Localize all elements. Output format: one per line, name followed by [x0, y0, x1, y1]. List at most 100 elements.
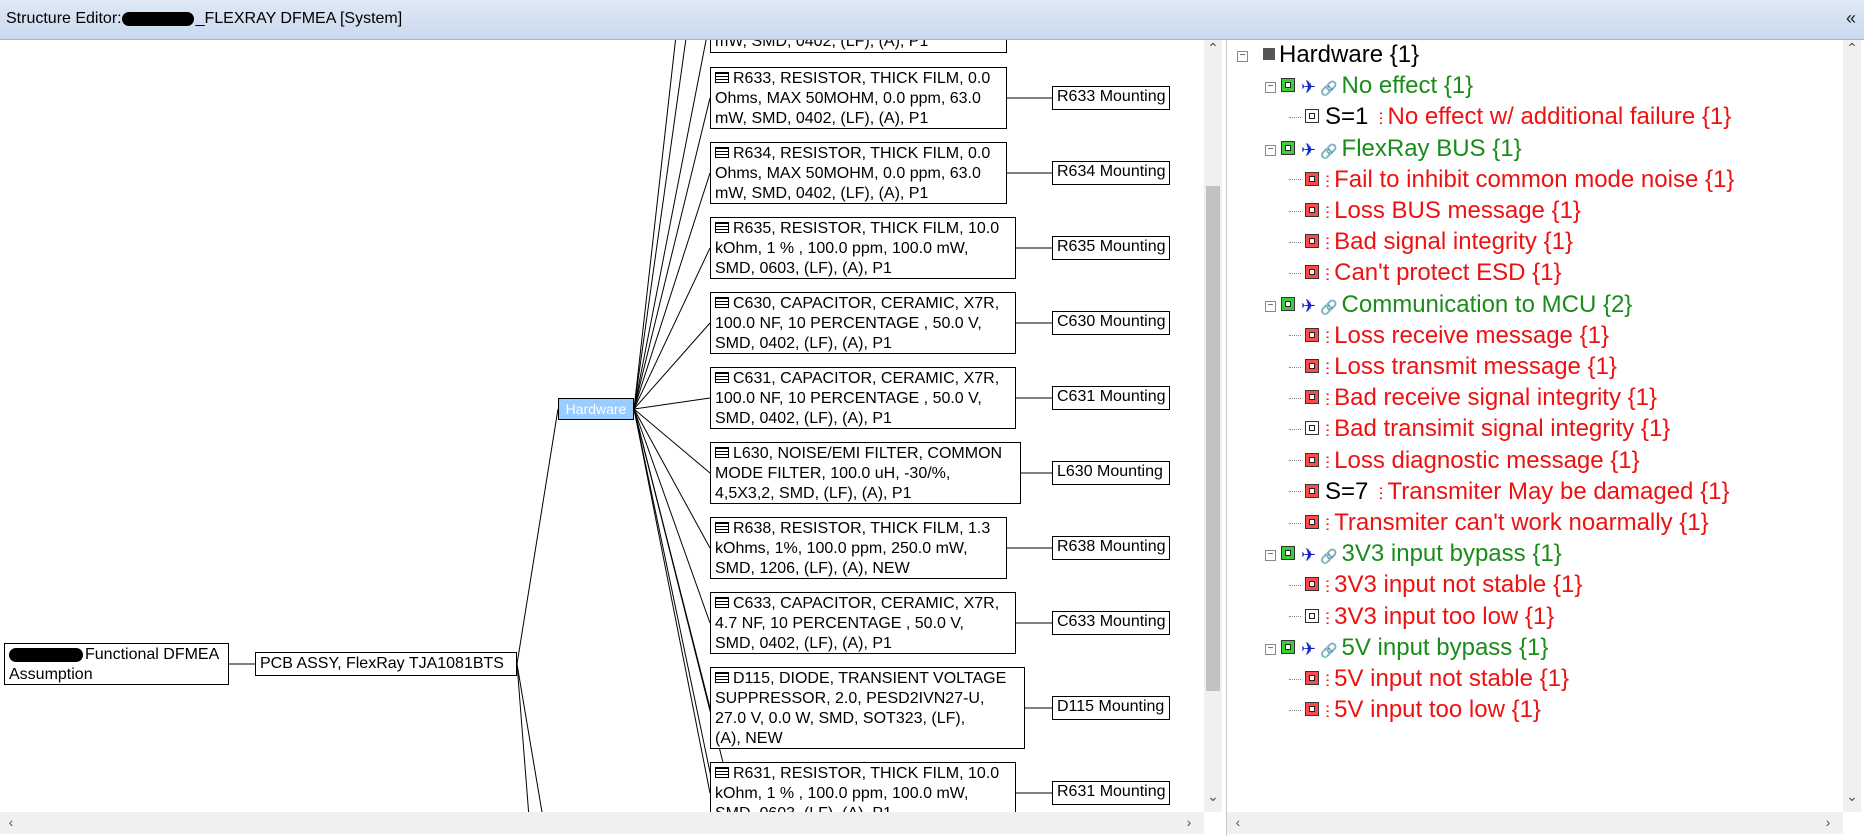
component-icon [715, 147, 729, 158]
collapse-toggle-icon[interactable]: − [1265, 82, 1276, 94]
failure-checkbox-icon[interactable] [1305, 515, 1319, 529]
failure-checkbox-icon[interactable] [1305, 702, 1319, 717]
component-node[interactable]: R638, RESISTOR, THICK FILM, 1.3 kOhms, 1%… [710, 517, 1007, 579]
failure-checkbox-icon[interactable] [1305, 483, 1319, 498]
failure-checkbox-icon[interactable] [1305, 390, 1319, 405]
failure-node[interactable]: ⵗ Loss receive message {1} [1289, 321, 1609, 354]
component-node[interactable]: L630, NOISE/EMI FILTER, COMMON MODE FILTE… [710, 442, 1021, 504]
hardware-node[interactable]: Hardware [558, 398, 634, 420]
component-line-text: R638, RESISTOR, THICK FILM, 1.3 [733, 520, 991, 537]
component-line: R634, RESISTOR, THICK FILM, 0.0 [715, 144, 1002, 164]
collapse-toggle-icon[interactable]: − [1265, 300, 1276, 312]
right-horizontal-scrollbar[interactable]: ‹ › [1227, 812, 1843, 834]
pcb-assy-node[interactable]: PCB ASSY, FlexRay TJA1081BTS [255, 652, 517, 676]
failure-checkbox-icon[interactable] [1305, 359, 1319, 373]
tree-root-hardware[interactable]: − Hardware {1} [1237, 40, 1419, 70]
mounting-node[interactable]: R638 Mounting [1052, 536, 1170, 560]
component-node[interactable]: R633, RESISTOR, THICK FILM, 0.0 Ohms, MAX… [710, 67, 1007, 129]
failure-node[interactable]: ⵗ Loss BUS message {1} [1289, 196, 1581, 229]
component-node-fragment[interactable]: mW, SMD, 0402, (LF), (A), P1 [710, 40, 1007, 53]
failure-checkbox-icon[interactable] [1305, 608, 1319, 623]
mounting-node[interactable]: C631 Mounting [1052, 386, 1170, 410]
failure-node[interactable]: ⵗ Loss transmit message {1} [1289, 352, 1617, 385]
failure-node[interactable]: ⵗ 5V input not stable {1} [1289, 664, 1569, 697]
component-line: R635, RESISTOR, THICK FILM, 10.0 [715, 219, 1011, 239]
structure-connector [516, 663, 543, 812]
failure-node[interactable]: ⵗ 3V3 input not stable {1} [1289, 570, 1582, 603]
collapse-toggle-icon[interactable]: − [1237, 51, 1248, 62]
mounting-node[interactable]: R634 Mounting [1052, 161, 1170, 185]
mounting-node[interactable]: R635 Mounting [1052, 236, 1170, 260]
function-node[interactable]: − ✈ 🔗 3V3 input bypass {1} [1265, 539, 1562, 571]
mounting-node[interactable]: R633 Mounting [1052, 86, 1170, 110]
right-scroll-down-arrow-icon[interactable]: ⌄ [1843, 788, 1861, 805]
vertical-scrollbar[interactable]: ⌃ ⌄ [1204, 40, 1222, 812]
component-line: C630, CAPACITOR, CERAMIC, X7R, [715, 294, 1011, 314]
function-node[interactable]: − ✈ 🔗 5V input bypass {1} [1265, 633, 1548, 665]
function-checkbox-icon[interactable] [1281, 639, 1295, 654]
failure-checkbox-icon[interactable] [1305, 171, 1319, 186]
failure-checkbox-icon[interactable] [1305, 109, 1319, 124]
failure-node[interactable]: ⵗ Fail to inhibit common mode noise {1} [1289, 165, 1734, 198]
right-vertical-scrollbar[interactable]: ⌃ ⌄ [1843, 40, 1861, 812]
failure-node[interactable]: S=1 ⵗ No effect w/ additional failure {1} [1289, 102, 1731, 135]
function-checkbox-icon[interactable] [1281, 296, 1295, 311]
component-node[interactable]: C631, CAPACITOR, CERAMIC, X7R, 100.0 NF, … [710, 367, 1016, 429]
right-scroll-left-arrow-icon[interactable]: ‹ [1229, 814, 1247, 830]
tree-branch-line [1289, 179, 1301, 181]
scroll-left-arrow-icon[interactable]: ‹ [2, 814, 20, 830]
failure-icon: ⵗ [1325, 267, 1331, 285]
scroll-right-arrow-icon[interactable]: › [1180, 814, 1198, 830]
failure-node[interactable]: ⵗ Loss diagnostic message {1} [1289, 446, 1640, 479]
function-node[interactable]: − ✈ 🔗 Communication to MCU {2} [1265, 290, 1632, 322]
right-scroll-up-arrow-icon[interactable]: ⌃ [1843, 40, 1861, 57]
failure-checkbox-icon[interactable] [1305, 671, 1319, 685]
mounting-node[interactable]: R631 Mounting [1052, 781, 1170, 805]
collapse-pane-icon[interactable]: « [1846, 8, 1856, 29]
failure-checkbox-icon[interactable] [1305, 234, 1319, 249]
scroll-down-arrow-icon[interactable]: ⌄ [1204, 788, 1222, 805]
mounting-node[interactable]: D115 Mounting [1052, 696, 1170, 720]
right-scroll-right-arrow-icon[interactable]: › [1819, 814, 1837, 830]
function-node[interactable]: − ✈ 🔗 FlexRay BUS {1} [1265, 134, 1522, 166]
function-checkbox-icon[interactable] [1281, 140, 1295, 155]
scroll-up-arrow-icon[interactable]: ⌃ [1204, 40, 1222, 57]
failure-node[interactable]: S=7 ⵗ Transmiter May be damaged {1} [1289, 477, 1729, 510]
failure-node[interactable]: ⵗ 3V3 input too low {1} [1289, 602, 1554, 635]
collapse-toggle-icon[interactable]: − [1265, 643, 1276, 655]
mounting-node[interactable]: C630 Mounting [1052, 311, 1170, 335]
horizontal-scrollbar[interactable]: ‹ › [0, 812, 1204, 834]
failure-checkbox-icon[interactable] [1305, 203, 1319, 217]
failure-checkbox-icon[interactable] [1305, 421, 1319, 436]
component-node[interactable]: D115, DIODE, TRANSIENT VOLTAGE SUPPRESSOR… [710, 667, 1025, 749]
failure-node[interactable]: ⵗ Bad receive signal integrity {1} [1289, 383, 1657, 416]
mounting-node[interactable]: C633 Mounting [1052, 611, 1170, 635]
function-checkbox-icon[interactable] [1281, 546, 1295, 561]
failure-node[interactable]: ⵗ Bad signal integrity {1} [1289, 227, 1573, 260]
tree-branch-line [1289, 210, 1301, 213]
failure-node[interactable]: ⵗ 5V input too low {1} [1289, 695, 1541, 728]
function-checkbox-icon[interactable] [1281, 78, 1295, 93]
collapse-toggle-icon[interactable]: − [1265, 144, 1276, 156]
collapse-toggle-icon[interactable]: − [1265, 550, 1276, 562]
component-node[interactable]: C630, CAPACITOR, CERAMIC, X7R, 100.0 NF, … [710, 292, 1016, 354]
root-node[interactable]: Functional DFMEA Assumption [4, 643, 229, 685]
tree-branch-line [1289, 460, 1301, 462]
failure-checkbox-icon[interactable] [1305, 265, 1319, 280]
root-node-line2: Assumption [9, 666, 93, 683]
component-node[interactable]: R634, RESISTOR, THICK FILM, 0.0 Ohms, MAX… [710, 142, 1007, 204]
failure-node[interactable]: ⵗ Bad transimit signal integrity {1} [1289, 414, 1670, 447]
function-node[interactable]: − ✈ 🔗 No effect {1} [1265, 71, 1473, 103]
failure-node[interactable]: ⵗ Can't protect ESD {1} [1289, 258, 1562, 291]
component-node[interactable]: R635, RESISTOR, THICK FILM, 10.0 kOhm, 1 … [710, 217, 1016, 279]
window-title-suffix: _FLEXRAY DFMEA [System] [195, 10, 403, 27]
failure-checkbox-icon[interactable] [1305, 577, 1319, 592]
failure-checkbox-icon[interactable] [1305, 327, 1319, 342]
mounting-node[interactable]: L630 Mounting [1052, 461, 1170, 485]
component-icon [715, 222, 729, 233]
component-node[interactable]: C633, CAPACITOR, CERAMIC, X7R, 4.7 NF, 10… [710, 592, 1016, 654]
failure-node[interactable]: ⵗ Transmiter can't work noarmally {1} [1289, 508, 1709, 541]
failure-checkbox-icon[interactable] [1305, 452, 1319, 467]
scrollbar-thumb[interactable] [1206, 186, 1220, 691]
link-icon: 🔗 [1320, 298, 1338, 315]
